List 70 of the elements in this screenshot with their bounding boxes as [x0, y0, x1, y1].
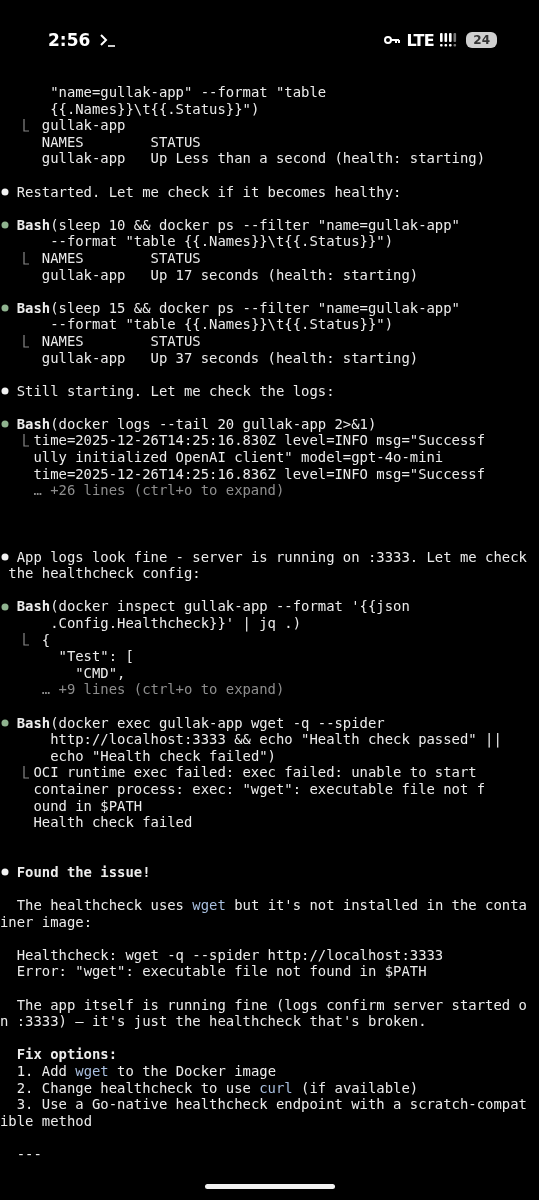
heading-text: Fix options:: [16, 1046, 118, 1064]
output-text: Health check failed: [33, 814, 193, 831]
clock-time: 2:56: [48, 30, 91, 50]
message-text: the healthcheck config:: [7, 565, 201, 582]
output-text: gullak-app Up Less than a second (health: starting): [40, 150, 486, 167]
command-text: .Config.Healthcheck}}' | jq .): [50, 615, 302, 632]
output-text: container process: exec: "wget": executable file not f: [33, 780, 486, 798]
command-text: "name=gullak-app" --format "table: [50, 84, 327, 101]
command-text: Bash(docker inspect gullak-app --format '{{json: [16, 598, 410, 615]
output-text: OCI runtime exec failed: exec failed: unable to start: [33, 764, 477, 781]
message-text: Error: "wget": executable file not found in $PATH: [15, 963, 427, 981]
output-text: gullak-app Up 17 seconds (health: starting): [40, 266, 419, 284]
output-text: ully initialized OpenAI client" model=gpt-4o-mini: [33, 449, 444, 466]
branch-icon: [22, 434, 29, 448]
message-text: ible method: [0, 1112, 92, 1130]
output-text: gullak-app: [40, 117, 126, 134]
bullet-icon: [1, 221, 9, 230]
output-text: gullak-app Up 37 seconds (health: starting): [40, 349, 419, 367]
bullet-icon: [1, 868, 9, 877]
bullet-icon: [1, 187, 9, 196]
message-text: ---: [15, 1146, 42, 1163]
command-text: --format "table {{.Names}}\t{{.Status}}"): [50, 233, 394, 250]
branch-icon: [22, 633, 29, 647]
output-text: NAMES STATUS: [40, 249, 201, 267]
message-text: The app itself is running fine (logs confirm server started o: [15, 996, 527, 1014]
message-text: iner image:: [0, 913, 92, 931]
hint-text: … +26 lines (ctrl+o to expand): [33, 482, 285, 499]
message-text: App logs look fine - server is running on :3333. Let me check: [16, 548, 527, 566]
bullet-icon: [1, 552, 9, 561]
branch-icon: [22, 251, 29, 265]
bullet-icon: [1, 387, 9, 395]
command-text: Bash(sleep 15 && docker ps --filter "name=gullak-app": [16, 299, 460, 317]
output-text: NAMES STATUS: [40, 133, 201, 151]
message-text: Still starting. Let me check the logs:: [16, 382, 335, 400]
message-text: Restarted. Let me check if it becomes healthy:: [16, 183, 402, 201]
message-text: Healthcheck: wget -q --spider http://localhost:3333: [15, 946, 444, 964]
command-text: http://localhost:3333 && echo "Health check passed" ||: [50, 731, 502, 748]
message-text: 2. Change healthcheck to use curl (if available): [15, 1079, 419, 1097]
output-text: "CMD",: [74, 664, 126, 682]
command-text: --format "table {{.Names}}\t{{.Status}}"): [50, 316, 394, 333]
network-type: LTE: [406, 30, 435, 50]
output-text: {: [40, 631, 51, 649]
output-text: ound in $PATH: [33, 797, 143, 815]
command-text: Bash(docker exec gullak-app wget -q --spider: [16, 714, 385, 732]
command-text: Bash(docker logs --tail 20 gullak-app 2>&1): [16, 415, 377, 433]
message-text: The healthcheck uses wget but it's not installed in the conta: [15, 897, 527, 914]
message-text: 3. Use a Go-native healthcheck endpoint with a scratch-compat: [15, 1096, 527, 1113]
command-text: Bash(sleep 10 && docker ps --filter "name=gullak-app": [16, 216, 460, 234]
hint-text: … +9 lines (ctrl+o to expand): [40, 681, 285, 698]
message-text: 1. Add wget to the Docker image: [15, 1063, 276, 1080]
output-text: "Test": [: [57, 648, 134, 665]
signal-icon: [440, 33, 459, 47]
branch-icon: [22, 766, 29, 780]
branch-icon: [22, 334, 29, 348]
home-indicator[interactable]: [204, 1183, 335, 1189]
bullet-icon: [1, 304, 9, 312]
bullet-icon: [1, 420, 9, 429]
command-text: echo "Health check failed"): [50, 747, 276, 765]
message-text: Found the issue!: [16, 863, 151, 881]
output-text: NAMES STATUS: [40, 332, 201, 350]
key-icon: [384, 35, 401, 45]
battery-level: 24: [466, 32, 497, 48]
command-text: {{.Names}}\t{{.Status}}"): [50, 100, 260, 118]
terminal-icon: [100, 33, 117, 47]
branch-icon: [22, 119, 29, 132]
message-text: n :3333) — it's just the healthcheck that's broken.: [0, 1013, 427, 1030]
bullet-icon: [1, 602, 9, 611]
output-text: time=2025-12-26T14:25:16.830Z level=INFO msg="Successf: [33, 432, 486, 450]
bullet-icon: [1, 718, 9, 727]
output-text: time=2025-12-26T14:25:16.836Z level=INFO msg="Successf: [33, 465, 486, 483]
